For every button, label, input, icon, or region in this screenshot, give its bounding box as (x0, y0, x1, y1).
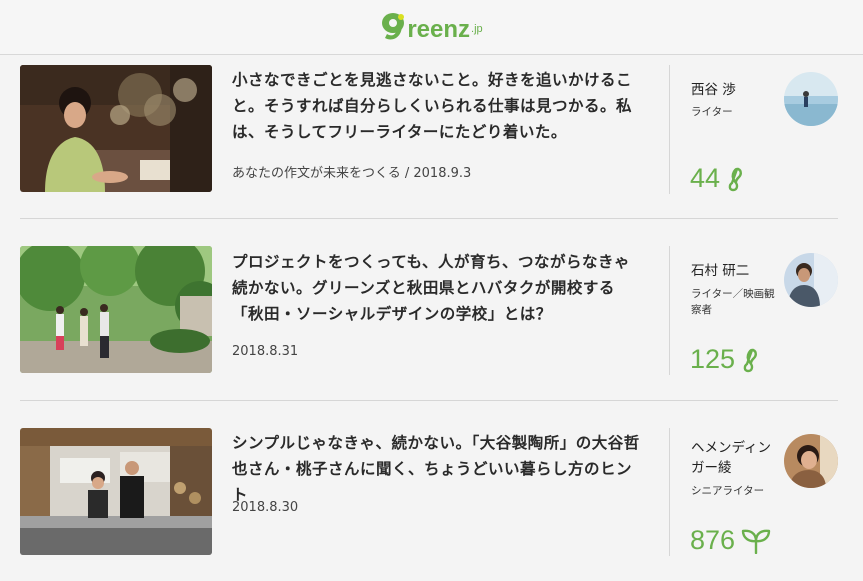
author-role: シニアライター (691, 485, 765, 497)
article-thumbnail[interactable] (20, 428, 212, 555)
author-role: ライター／映画観察者 (691, 288, 775, 316)
column-divider (669, 428, 670, 556)
author-name[interactable]: 西谷 渉 (691, 80, 776, 100)
column-divider (669, 65, 670, 194)
logo-tld: .jp (471, 23, 483, 35)
article-thumbnail[interactable] (20, 65, 212, 192)
count-value: 125 (690, 344, 736, 374)
greenz-count[interactable]: 44 (690, 163, 744, 194)
author-name[interactable]: ヘメンディンガー綾 (691, 438, 776, 478)
avatar-image (784, 253, 838, 307)
author-role: ライター (691, 106, 733, 118)
article-divider (20, 218, 838, 219)
article-title[interactable]: プロジェクトをつくっても、人が育ち、つながらなきゃ続かない。グリーンズと秋田県と… (232, 249, 642, 327)
article-meta: 2018.8.31 (232, 344, 299, 359)
greenz-count[interactable]: 876 (690, 525, 771, 556)
avatar-image (784, 434, 838, 488)
count-value: 876 (690, 525, 736, 555)
article-title[interactable]: 小さなできごとを見逃さないこと。好きを追いかけること。そうすれば自分らしくいられ… (232, 67, 642, 145)
author-name[interactable]: 石村 研二 (691, 261, 776, 281)
article-meta: 2018.8.30 (232, 500, 299, 515)
thumbnail-image-couple-in-kitchen (20, 428, 212, 555)
greenz-seed-icon (743, 348, 757, 372)
author-avatar[interactable] (784, 72, 838, 126)
article-thumbnail[interactable] (20, 246, 212, 373)
greenz-logo[interactable]: reenz .jp (380, 12, 483, 43)
greenz-sprout-icon (741, 529, 771, 554)
count-value: 44 (690, 163, 721, 193)
article-meta: あなたの作文が未来をつくる / 2018.9.3 (232, 166, 472, 181)
author-avatar[interactable] (784, 253, 838, 307)
logo-text: reenz (407, 16, 471, 43)
column-divider (669, 246, 670, 375)
article-title[interactable]: シンプルじゃなきゃ、続かない。「大谷製陶所」の大谷哲也さん・桃子さんに聞く、ちょ… (232, 430, 642, 508)
greenz-count[interactable]: 125 (690, 344, 759, 375)
greenz-g-logo-icon (382, 13, 405, 40)
site-header: reenz .jp (0, 0, 863, 55)
author-avatar[interactable] (784, 434, 838, 488)
avatar-image (784, 72, 838, 126)
article-divider (20, 400, 838, 401)
thumbnail-image-people-in-park (20, 246, 212, 373)
greenz-seed-icon (728, 167, 742, 191)
thumbnail-image-woman-dried-flowers (20, 65, 212, 192)
